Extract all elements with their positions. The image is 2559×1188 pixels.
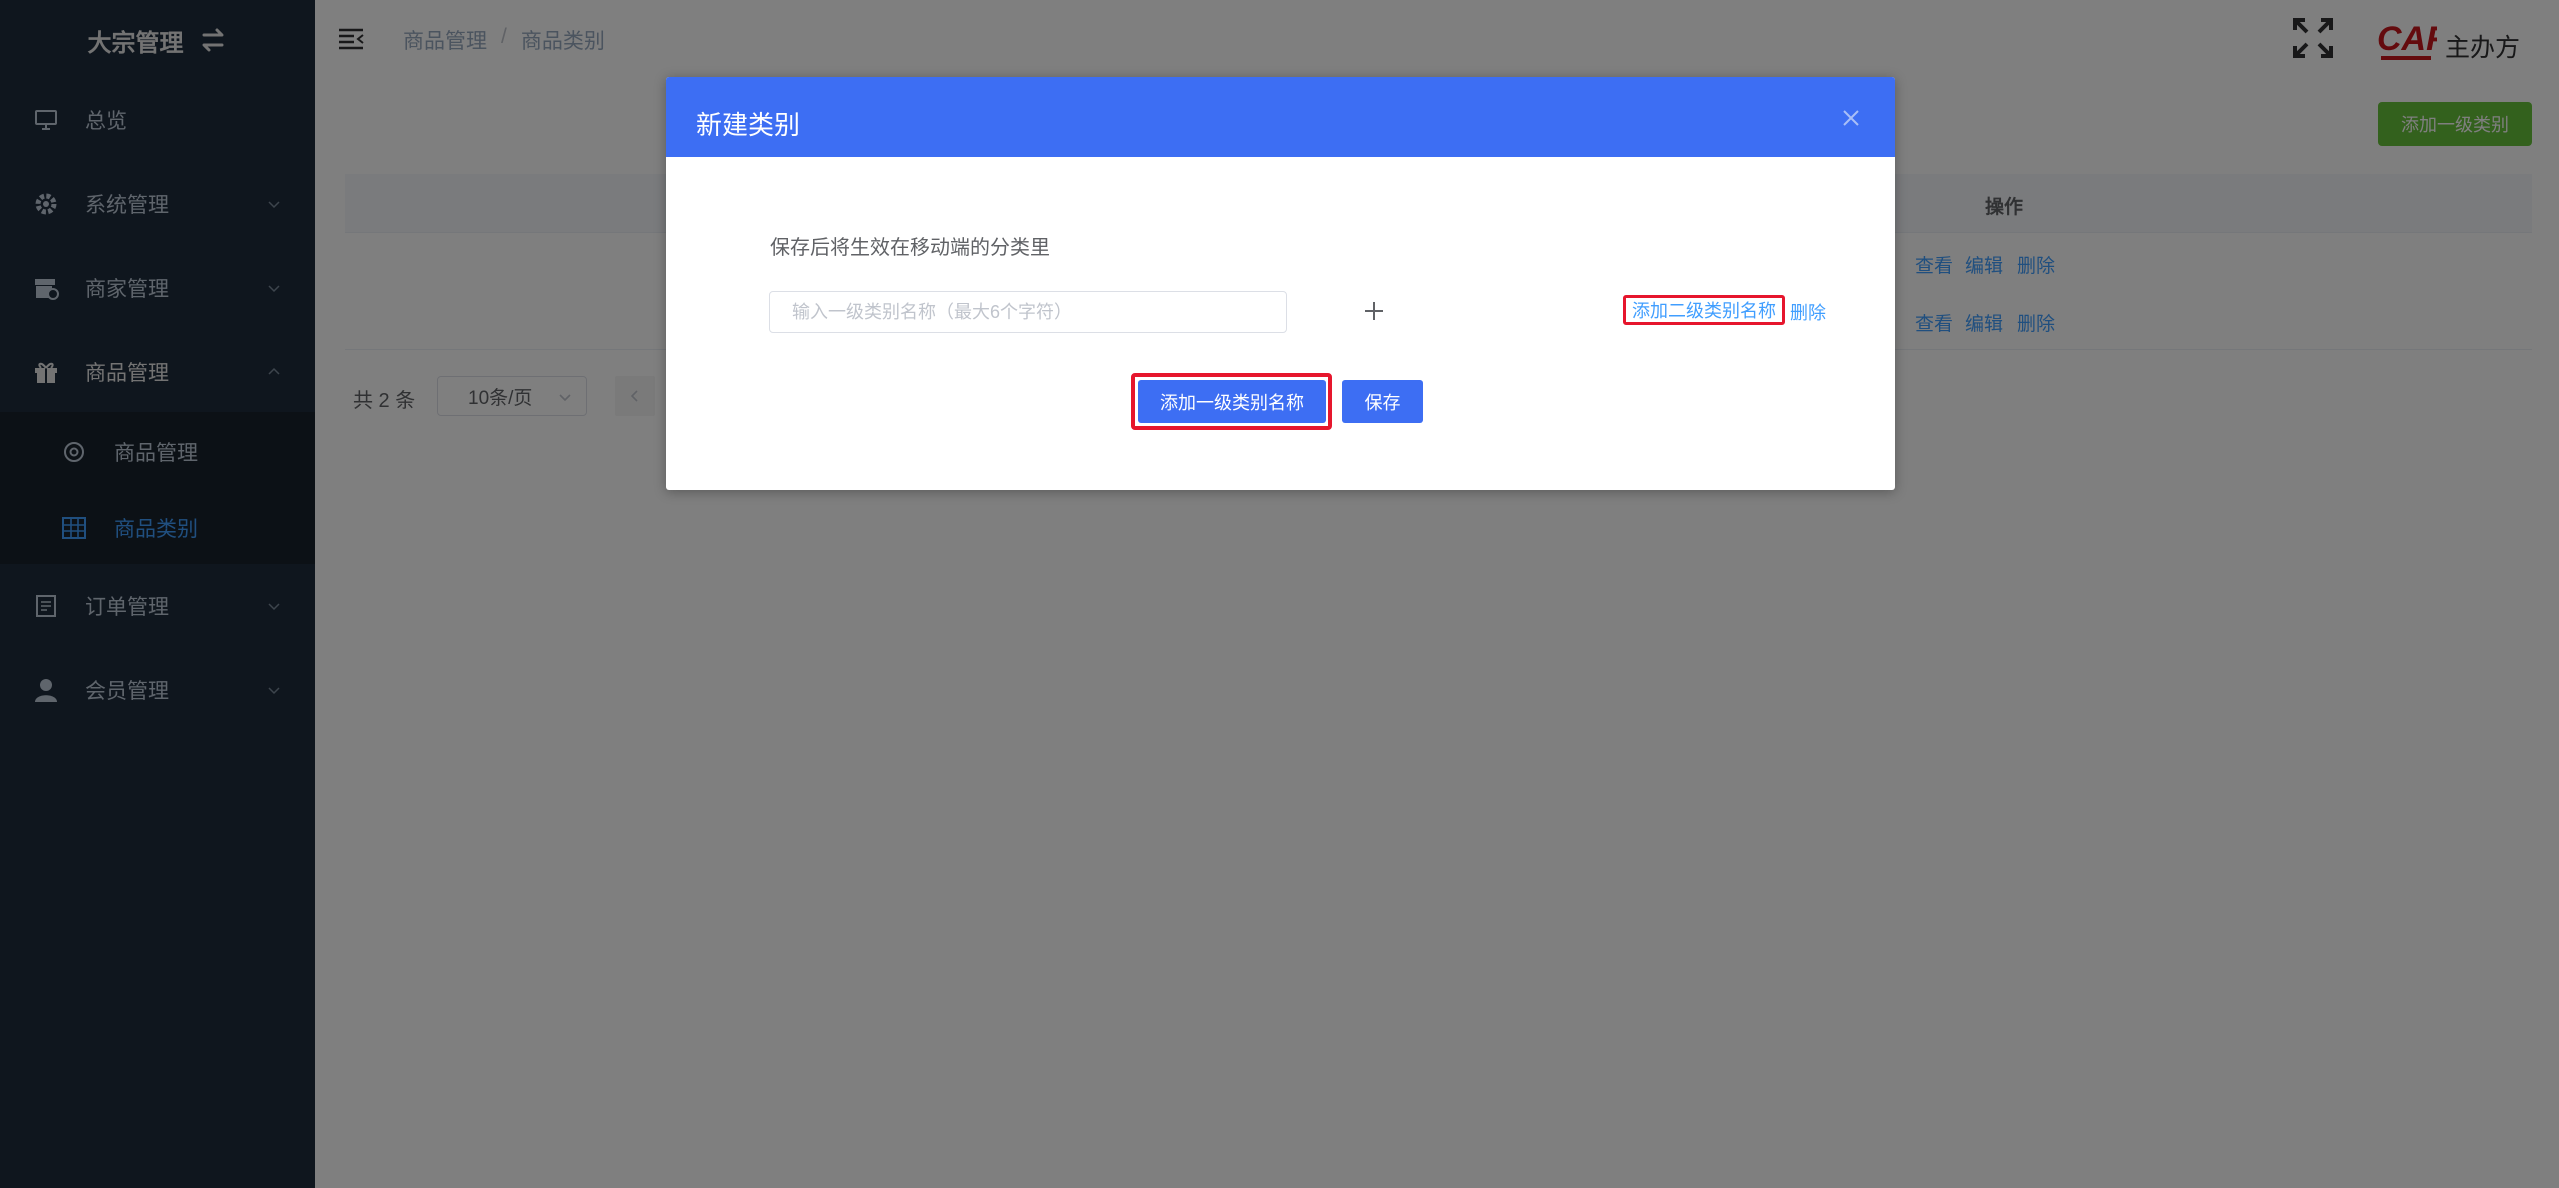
close-icon[interactable] [1842, 109, 1860, 127]
save-button[interactable]: 保存 [1342, 380, 1423, 423]
dialog-title: 新建类别 [696, 110, 801, 140]
delete-link[interactable]: 删除 [1790, 299, 1826, 325]
add-first-level-button[interactable]: 添加一级类别名称 [1138, 380, 1326, 423]
first-level-category-input[interactable] [769, 291, 1287, 333]
dialog-header: 新建类别 [666, 77, 1895, 157]
add-second-level-link[interactable]: 添加二级类别名称 [1623, 295, 1785, 325]
plus-icon[interactable] [1360, 297, 1388, 325]
dialog-hint: 保存后将生效在移动端的分类里 [770, 237, 1050, 259]
new-category-dialog: 新建类别 保存后将生效在移动端的分类里 添加二级类别名称 删除 添加一级类别名称… [666, 77, 1895, 490]
